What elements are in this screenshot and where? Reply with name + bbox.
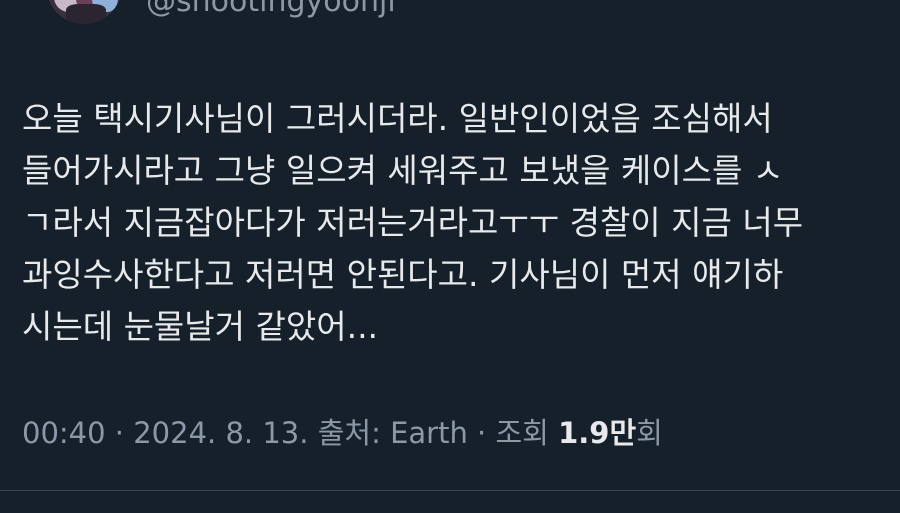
views-label: 조회 xyxy=(495,416,559,450)
tweet-date[interactable]: 2024. 8. 13. xyxy=(133,416,308,450)
tweet-line: 과잉수사한다고 저러면 안된다고. 기사님이 먼저 얘기하 xyxy=(22,255,784,294)
tweet-meta: 00:40 · 2024. 8. 13. 출처: Earth · 조회 1.9만… xyxy=(22,413,663,453)
divider xyxy=(0,490,900,491)
author-handle[interactable]: @shootingyoonji xyxy=(146,0,396,18)
source-label: 출처: xyxy=(308,416,391,450)
tweet-time[interactable]: 00:40 xyxy=(22,416,106,450)
tweet-line: 오늘 택시기사님이 그러시더라. 일반인이었음 조심해서 xyxy=(22,99,773,138)
tweet-line: 시는데 눈물날거 같았어... xyxy=(22,307,379,346)
tweet-line: 들어가시라고 그냥 일으켜 세워주고 보냈을 케이스를 ㅅ xyxy=(22,151,784,190)
avatar-image-part xyxy=(66,4,106,24)
meta-separator: · xyxy=(467,416,496,450)
views-count: 1.9만 xyxy=(558,416,637,450)
tweet-text: 오늘 택시기사님이 그러시더라. 일반인이었음 조심해서들어가시라고 그냥 일으… xyxy=(22,93,892,353)
avatar[interactable] xyxy=(46,0,122,24)
tweet-source: Earth xyxy=(390,416,468,450)
tweet-line: ㄱ라서 지금잡아다가 저러는거라고ㅜㅜ 경찰이 지금 너무 xyxy=(22,203,804,242)
meta-separator: · xyxy=(105,416,134,450)
views-suffix: 회 xyxy=(636,416,663,450)
